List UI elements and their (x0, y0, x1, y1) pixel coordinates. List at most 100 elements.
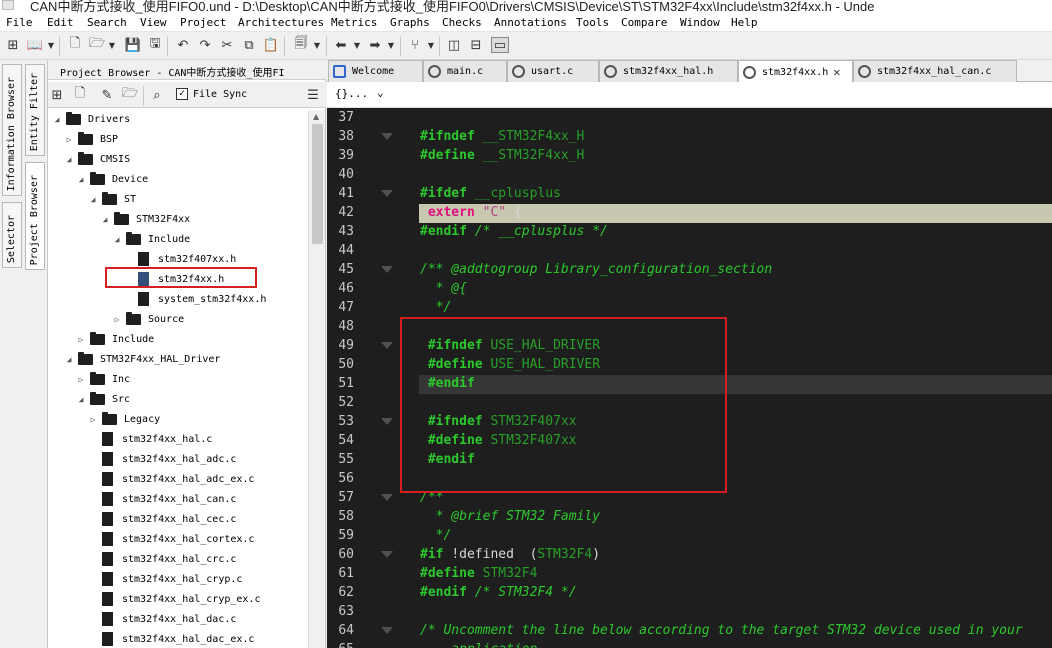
code-line[interactable]: 47 */ (327, 299, 1052, 318)
code-line[interactable]: 39 #define __STM32F4xx_H (327, 147, 1052, 166)
open-folder-icon[interactable]: 🗁 (88, 36, 106, 53)
collapse-arrow-icon[interactable]: ◢ (76, 395, 86, 404)
scroll-thumb[interactable] (312, 124, 323, 244)
menu-graphs[interactable]: Graphs (390, 16, 430, 29)
tree-folder[interactable]: ▷ Include (76, 330, 154, 348)
fold-toggle-icon[interactable] (381, 266, 393, 273)
tree-file[interactable]: stm32f407xx.h (124, 250, 236, 268)
code-line[interactable]: 58 * @brief STM32 Family (327, 508, 1052, 527)
code-line[interactable]: 37 (327, 109, 1052, 128)
undo-icon[interactable]: ↶ (174, 37, 192, 53)
code-line[interactable]: 63 (327, 603, 1052, 622)
tree-folder[interactable]: ▷ Source (112, 310, 184, 328)
menu-file[interactable]: File (6, 16, 33, 29)
tree-folder[interactable]: ◢ Device (76, 170, 148, 188)
file-sync-checkbox[interactable]: ✓ (176, 88, 188, 100)
fold-toggle-icon[interactable] (381, 190, 393, 197)
tree-file[interactable]: system_stm32f4xx.h (124, 290, 266, 308)
fold-toggle-icon[interactable] (381, 494, 393, 501)
menu-checks[interactable]: Checks (442, 16, 482, 29)
tree-file[interactable]: stm32f4xx_hal_cryp.c (88, 570, 242, 588)
expand-arrow-icon[interactable]: ▷ (76, 375, 86, 384)
menu-search[interactable]: Search (87, 16, 127, 29)
menu-architectures[interactable]: Architectures (238, 16, 324, 29)
fold-toggle-icon[interactable] (381, 133, 393, 140)
collapse-arrow-icon[interactable]: ◢ (100, 215, 110, 224)
new-project-icon[interactable]: ⊞ (4, 37, 22, 53)
expand-arrow-icon[interactable]: ▷ (64, 135, 74, 144)
tree-folder[interactable]: ◢ Drivers (52, 110, 130, 128)
chevron-down-icon[interactable]: ▼ (108, 37, 116, 53)
folder-icon[interactable]: 🗁 (121, 86, 139, 103)
collapse-arrow-icon[interactable]: ◢ (64, 155, 74, 164)
tree-folder[interactable]: ◢ STM32F4xx (100, 210, 190, 228)
expand-arrow-icon[interactable]: ▷ (88, 415, 98, 424)
menu-view[interactable]: View (140, 16, 167, 29)
code-line[interactable]: 60 #if !defined (STM32F4) (327, 546, 1052, 565)
code-line[interactable]: 65 application (327, 641, 1052, 648)
hamburger-menu-icon[interactable]: ☰ (304, 87, 322, 103)
fold-toggle-icon[interactable] (381, 627, 393, 634)
code-line[interactable]: 64 /* Uncomment the line below according … (327, 622, 1052, 641)
single-view-icon[interactable]: ▭ (491, 37, 509, 53)
code-line[interactable]: 43 #endif /* __cplusplus */ (327, 223, 1052, 242)
split-horizontal-icon[interactable]: ⊟ (467, 37, 485, 53)
tree-folder[interactable]: ▷ Inc (76, 370, 130, 388)
code-line[interactable]: 38 #ifndef __STM32F4xx_H (327, 128, 1052, 147)
chevron-down-icon[interactable]: ▼ (313, 37, 321, 53)
code-line[interactable]: 44 (327, 242, 1052, 261)
expand-arrow-icon[interactable]: ▷ (112, 315, 122, 324)
tab-welcome[interactable]: Welcome (328, 60, 423, 82)
save-all-icon[interactable]: 🖫 (146, 36, 164, 53)
fold-toggle-icon[interactable] (381, 342, 393, 349)
menu-help[interactable]: Help (731, 16, 758, 29)
tree-folder[interactable]: ◢ CMSIS (64, 150, 130, 168)
code-line[interactable]: 41 #ifdef __cplusplus (327, 185, 1052, 204)
tab-main-c[interactable]: main.c (423, 60, 507, 82)
menu-metrics[interactable]: Metrics (331, 16, 377, 29)
split-vertical-icon[interactable]: ◫ (445, 37, 463, 53)
chevron-down-icon[interactable]: ▼ (387, 37, 395, 53)
search-icon[interactable]: ⌕ (148, 87, 166, 103)
collapse-arrow-icon[interactable]: ◢ (88, 195, 98, 204)
new-file-icon[interactable]: 🗋 (71, 86, 89, 103)
tree-file[interactable]: stm32f4xx_hal_adc_ex.c (88, 470, 254, 488)
tree-folder[interactable]: ▷ Legacy (88, 410, 160, 428)
code-line[interactable]: 59 */ (327, 527, 1052, 546)
back-arrow-icon[interactable]: ⬅ (332, 37, 350, 53)
collapse-arrow-icon[interactable]: ◢ (52, 115, 62, 124)
scope-breadcrumb[interactable]: {}... ⌄ (327, 82, 1052, 108)
fold-toggle-icon[interactable] (381, 418, 393, 425)
edit-file-icon[interactable]: ✎ (98, 87, 116, 103)
tree-folder[interactable]: ◢ ST (88, 190, 136, 208)
forward-arrow-icon[interactable]: ➡ (366, 37, 384, 53)
file-sync-toggle[interactable]: ✓ File Sync (176, 88, 247, 100)
tab-stm32f4xx-h[interactable]: stm32f4xx.h ✕ (738, 60, 853, 83)
tree-file[interactable]: stm32f4xx_hal_dac.c (88, 610, 236, 628)
graph-icon[interactable]: ⑂ (406, 37, 424, 53)
tab-stm32f4xx-hal-h[interactable]: stm32f4xx_hal.h (599, 60, 738, 82)
menu-window[interactable]: Window (680, 16, 720, 29)
code-line[interactable]: 42 extern "C" { (327, 204, 1052, 223)
tab-usart-c[interactable]: usart.c (507, 60, 599, 82)
tree-file[interactable]: stm32f4xx_hal_cec.c (88, 510, 236, 528)
tree-file[interactable]: stm32f4xx_hal_adc.c (88, 450, 236, 468)
collapse-arrow-icon[interactable]: ◢ (112, 235, 122, 244)
close-icon[interactable]: ✕ (833, 65, 840, 79)
tree-file[interactable]: stm32f4xx_hal.c (88, 430, 212, 448)
tab-selector[interactable]: Selector (2, 202, 22, 268)
tree-folder[interactable]: ◢ STM32F4xx_HAL_Driver (64, 350, 220, 368)
tree-folder[interactable]: ▷ BSP (64, 130, 118, 148)
menu-annotations[interactable]: Annotations (494, 16, 567, 29)
code-line[interactable]: 40 (327, 166, 1052, 185)
tab-project-browser[interactable]: Project Browser (25, 162, 45, 270)
tree-file[interactable]: stm32f4xx_hal_cortex.c (88, 530, 254, 548)
chevron-down-icon[interactable]: ▼ (427, 37, 435, 53)
tree-folder[interactable]: ◢ Include (112, 230, 190, 248)
add-icon[interactable]: ⊞ (48, 87, 66, 103)
code-line[interactable]: 46 * @{ (327, 280, 1052, 299)
menu-compare[interactable]: Compare (621, 16, 667, 29)
tree-file[interactable]: stm32f4xx_hal_crc.c (88, 550, 236, 568)
tab-information-browser[interactable]: Information Browser (2, 64, 22, 196)
tab-entity-filter[interactable]: Entity Filter (25, 64, 45, 156)
